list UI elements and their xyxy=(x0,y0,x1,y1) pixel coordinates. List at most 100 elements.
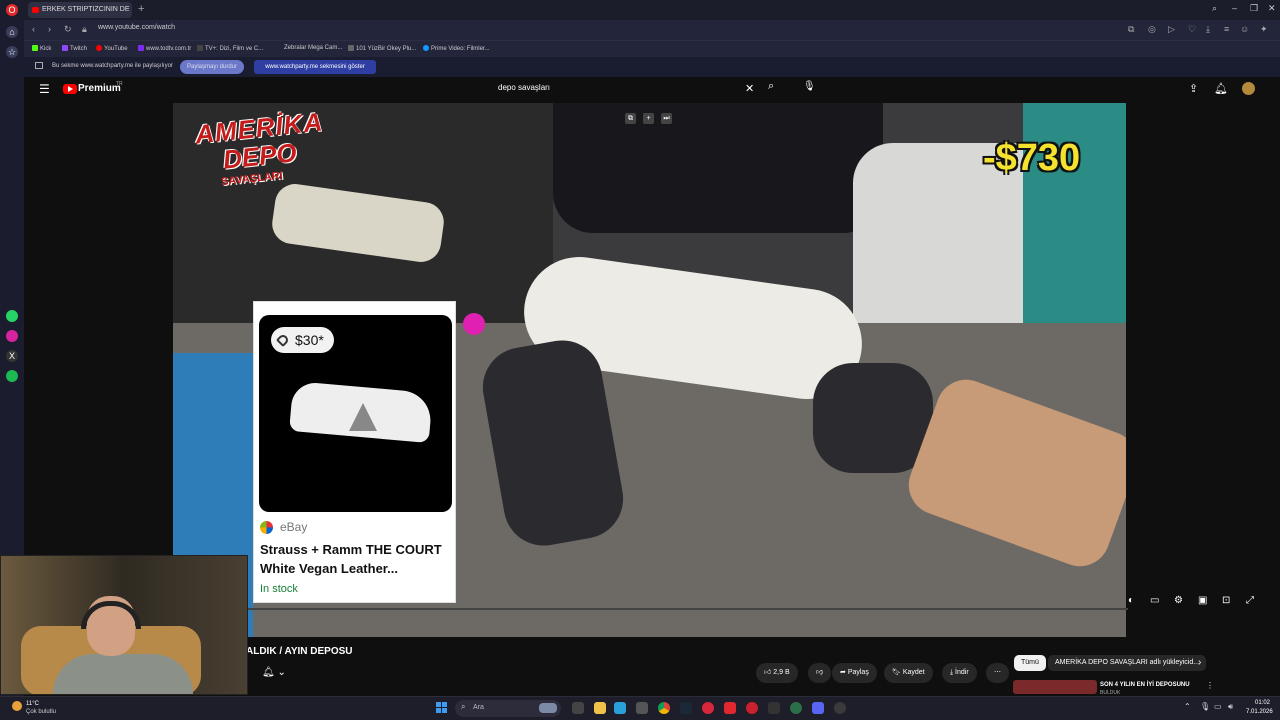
person-body-shape xyxy=(53,654,193,694)
start-icon[interactable] xyxy=(436,702,448,714)
upload-icon[interactable]: ⇪ xyxy=(1189,82,1198,95)
autoplay-toggle[interactable]: ◐ xyxy=(1128,595,1134,606)
microphone-icon[interactable]: 🎙︎ xyxy=(803,81,816,92)
bookmark-twitch[interactable]: Twitch xyxy=(62,45,87,52)
suitcase-shape xyxy=(553,103,883,233)
product-title[interactable]: Strauss + Ramm THE COURT White Vegan Lea… xyxy=(260,540,454,578)
search-input[interactable]: depo savaşları xyxy=(498,83,550,92)
bookmark-101okey[interactable]: 101 YüzBir Okey Plu... xyxy=(348,45,416,52)
tab-bar: ERKEK STRIPTIZCININ DE + ⌕ – ❐ ✕ xyxy=(24,0,1280,20)
profile-icon[interactable]: ☺ xyxy=(1240,24,1249,34)
miniplayer-icon[interactable]: ⧉ xyxy=(625,113,636,124)
chrome-icon[interactable] xyxy=(658,702,670,714)
fullscreen-icon[interactable]: ⤢ xyxy=(1246,595,1254,606)
app-red-icon[interactable] xyxy=(702,702,714,714)
search-tabs-icon[interactable]: ⌕ xyxy=(1212,3,1217,14)
cast-icon[interactable]: ⊡ xyxy=(1222,595,1230,606)
video-player[interactable]: AMERİKA DEPO SAVAŞLARI -$730 ⧉ + ⏭︎ $30*… xyxy=(173,103,1126,637)
heart-icon[interactable]: ♡ xyxy=(1188,24,1196,35)
bookmark-prime-video[interactable]: Prime Video: Filmler... xyxy=(423,45,490,52)
recommended-more-icon[interactable]: ⋮ xyxy=(1206,681,1214,690)
taskbar-search[interactable]: ⌕ Ara xyxy=(455,700,561,717)
play-icon[interactable]: ▷ xyxy=(1168,24,1175,35)
show-tab-button[interactable]: www.watchparty.me sekmesini göster xyxy=(254,60,376,74)
share-button[interactable]: ➦ Paylaş xyxy=(832,663,877,683)
settings-icon[interactable]: ⚙︎ xyxy=(1174,595,1183,606)
youtube-logo-icon[interactable] xyxy=(63,84,77,94)
more-actions-button[interactable]: ⋯ xyxy=(986,663,1009,683)
premium-label[interactable]: Premium xyxy=(78,83,121,94)
like-button[interactable]: 👍︎ 2,9 B xyxy=(756,663,798,683)
share-label: Paylaş xyxy=(847,669,869,676)
tray-display-icon[interactable]: ▭ xyxy=(1214,702,1222,711)
whatsapp-icon[interactable] xyxy=(6,310,18,322)
dislike-button[interactable]: 👎︎ xyxy=(808,663,832,683)
bookmark-todtv[interactable]: www.todtv.com.tr xyxy=(138,45,191,52)
streaming-app-icon[interactable] xyxy=(768,702,780,714)
search-icon[interactable]: ⌕ xyxy=(768,80,774,93)
url-field[interactable]: www.youtube.com/watch xyxy=(98,24,175,31)
menu-icon[interactable]: ≡ xyxy=(1224,24,1229,34)
youtube-app-icon[interactable] xyxy=(724,702,736,714)
file-explorer-icon[interactable] xyxy=(594,702,606,714)
bookmark-tvplus[interactable]: TV+: Dizi, Film ve C... xyxy=(197,45,263,52)
x-icon[interactable]: X xyxy=(6,350,18,362)
next-icon[interactable]: ⏭︎ xyxy=(661,113,672,124)
bookmark-kick[interactable]: Kick xyxy=(32,45,51,52)
ebay-product-card[interactable]: $30* eBay Strauss + Ramm THE COURT White… xyxy=(253,301,456,603)
chip-uploader[interactable]: AMERİKA DEPO SAVAŞLARI adlı yükleyicid..… xyxy=(1048,655,1207,671)
subscribe-bell-icon[interactable]: 🔔︎ ⌄ xyxy=(262,667,286,678)
chevron-right-icon[interactable]: › xyxy=(1198,657,1201,668)
miniplayer-button-icon[interactable]: ▣ xyxy=(1198,595,1207,606)
reload-icon[interactable]: ↻ xyxy=(64,24,72,35)
forward-icon[interactable]: › xyxy=(48,24,51,34)
subtitles-icon[interactable]: ▭ xyxy=(1150,595,1159,606)
new-tab-button[interactable]: + xyxy=(138,3,144,15)
steam-icon[interactable] xyxy=(680,702,692,714)
star-icon[interactable]: ☆ xyxy=(6,46,18,58)
save-button[interactable]: 🔖︎ Kaydet xyxy=(884,663,933,683)
store-icon[interactable] xyxy=(636,702,648,714)
tray-chevron-icon[interactable]: ⌃ xyxy=(1184,702,1191,711)
task-view-icon[interactable] xyxy=(572,702,584,714)
download-button[interactable]: ⤓ İndir xyxy=(942,663,977,683)
download-icon[interactable]: ⤓ xyxy=(1206,24,1210,35)
discord-icon[interactable] xyxy=(812,702,824,714)
search-box[interactable]: depo savaşları ✕ xyxy=(488,78,758,99)
close-icon[interactable]: ✕ xyxy=(1268,3,1276,14)
bookmark-youtube[interactable]: YouTube xyxy=(96,45,128,52)
edge-icon[interactable] xyxy=(614,702,626,714)
stop-sharing-button[interactable]: Paylaşmayı durdur xyxy=(180,60,244,74)
avatar[interactable] xyxy=(1242,82,1255,95)
back-icon[interactable]: ‹ xyxy=(32,24,35,34)
recommended-title[interactable]: SON 4 YILIN EN İYİ DEPOSUNU xyxy=(1100,682,1190,688)
chip-all[interactable]: Tümü xyxy=(1014,655,1046,671)
tab-active[interactable]: ERKEK STRIPTIZCININ DE xyxy=(28,2,132,18)
ai-icon[interactable]: ✦ xyxy=(1260,24,1268,35)
clock-date[interactable]: 7.01.2026 xyxy=(1246,709,1273,715)
xbox-icon[interactable] xyxy=(790,702,802,714)
instagram-icon[interactable] xyxy=(6,330,18,342)
opera-app-icon[interactable] xyxy=(746,702,758,714)
extensions-icon[interactable]: ⧉ xyxy=(1128,24,1134,35)
spotify-icon[interactable] xyxy=(6,370,18,382)
add-icon[interactable]: + xyxy=(643,113,654,124)
progress-bar[interactable] xyxy=(188,608,1128,610)
minimize-icon[interactable]: – xyxy=(1232,3,1237,13)
youtube-header: ☰ Premium TR depo savaşları ✕ ⌕ 🎙︎ ⇪ 🔔︎ xyxy=(28,77,1280,101)
opera-logo-icon[interactable]: O xyxy=(6,4,18,16)
hamburger-menu-icon[interactable]: ☰ xyxy=(39,82,50,96)
tray-mic-icon[interactable]: 🎙︎ xyxy=(1200,702,1210,711)
bookmark-zebralar[interactable]: Zebralar Mega Cam... xyxy=(284,45,342,51)
recommended-thumbnail[interactable] xyxy=(1013,680,1097,694)
bell-icon[interactable]: 🔔︎ xyxy=(1214,82,1228,95)
home-icon[interactable]: ⌂ xyxy=(6,26,18,38)
obs-icon[interactable] xyxy=(834,702,846,714)
camera-icon[interactable]: ◎ xyxy=(1148,24,1156,35)
maximize-icon[interactable]: ❐ xyxy=(1250,3,1258,14)
weather-temperature[interactable]: 11°C xyxy=(26,701,39,707)
product-image: $30* xyxy=(259,315,452,512)
clock-time[interactable]: 01:02 xyxy=(1255,700,1270,706)
tray-volume-icon[interactable]: 🔊︎ xyxy=(1228,702,1233,712)
clear-search-icon[interactable]: ✕ xyxy=(745,82,754,95)
